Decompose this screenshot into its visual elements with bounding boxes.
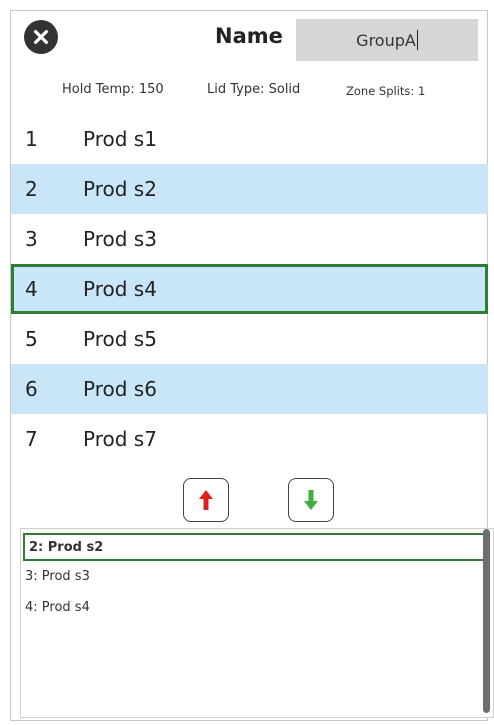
move-down-button[interactable] xyxy=(288,478,334,522)
row-label: Prod s1 xyxy=(83,127,157,151)
move-up-button[interactable] xyxy=(183,478,229,522)
name-input-value: GroupA xyxy=(356,30,416,50)
product-row-1[interactable]: 1 Prod s1 xyxy=(11,114,488,164)
row-number: 7 xyxy=(25,427,38,451)
row-number: 6 xyxy=(25,377,38,401)
arrow-down-icon xyxy=(304,490,318,510)
row-number: 3 xyxy=(25,227,38,251)
sequence-item-selected[interactable]: 2: Prod s2 xyxy=(23,533,487,561)
product-row-7[interactable]: 7 Prod s7 xyxy=(11,414,488,464)
product-row-2[interactable]: 2 Prod s2 xyxy=(11,164,488,214)
sequence-item[interactable]: 4: Prod s4 xyxy=(21,592,493,623)
row-number: 2 xyxy=(25,177,38,201)
zone-splits-text: Zone Splits: 1 xyxy=(346,84,426,98)
name-input[interactable]: GroupA xyxy=(296,19,478,61)
text-caret xyxy=(416,30,418,50)
name-label: Name xyxy=(215,24,283,48)
scrollbar[interactable] xyxy=(483,529,490,713)
row-label: Prod s4 xyxy=(83,277,157,301)
hold-temp-text: Hold Temp: 150 xyxy=(62,82,164,97)
product-list: 1 Prod s1 2 Prod s2 3 Prod s3 4 Prod s4 … xyxy=(11,114,488,464)
arrow-up-icon xyxy=(199,490,213,510)
product-row-3[interactable]: 3 Prod s3 xyxy=(11,214,488,264)
sequence-list[interactable]: 2: Prod s2 3: Prod s3 4: Prod s4 xyxy=(20,528,494,718)
row-label: Prod s6 xyxy=(83,377,157,401)
sequence-item[interactable]: 3: Prod s3 xyxy=(21,561,493,592)
lid-type-text: Lid Type: Solid xyxy=(207,82,301,97)
row-label: Prod s7 xyxy=(83,427,157,451)
product-row-4-selected[interactable]: 4 Prod s4 xyxy=(11,264,488,314)
row-label: Prod s5 xyxy=(83,327,157,351)
close-button[interactable] xyxy=(24,20,58,54)
row-number: 1 xyxy=(25,127,38,151)
row-number: 4 xyxy=(25,277,38,301)
product-row-5[interactable]: 5 Prod s5 xyxy=(11,314,488,364)
row-label: Prod s2 xyxy=(83,177,157,201)
product-row-6[interactable]: 6 Prod s6 xyxy=(11,364,488,414)
close-icon xyxy=(33,29,49,45)
row-number: 5 xyxy=(25,327,38,351)
row-label: Prod s3 xyxy=(83,227,157,251)
